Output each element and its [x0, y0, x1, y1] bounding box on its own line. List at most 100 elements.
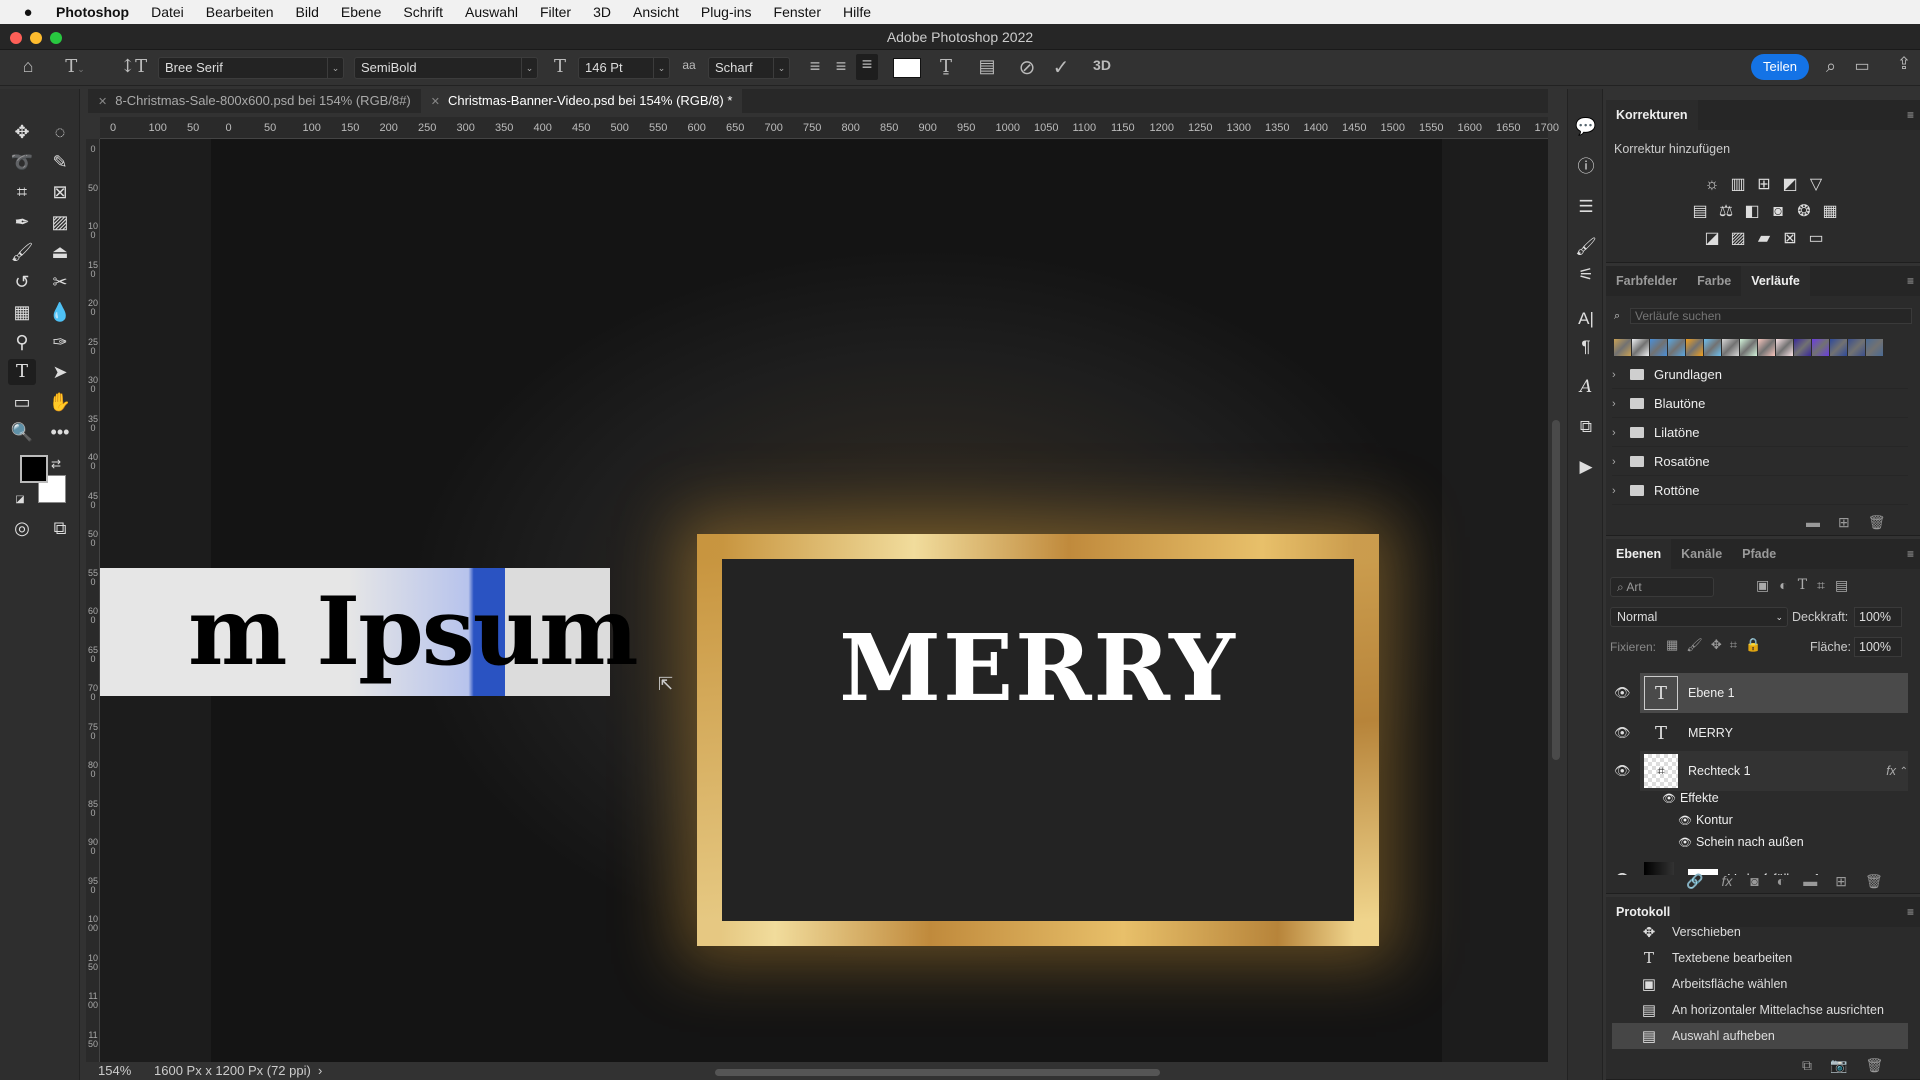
menu-bild[interactable]: Bild	[296, 4, 319, 20]
cancel-icon[interactable]: ⊘	[1016, 55, 1038, 80]
type-tool-preset-icon[interactable]: T⌄	[60, 56, 90, 77]
merry-text-layer[interactable]: MERRY	[722, 614, 1354, 722]
eraser-tool-icon[interactable]: ✂	[46, 269, 74, 295]
color-balance-icon[interactable]: ⚖	[1716, 202, 1736, 222]
photo-filter-icon[interactable]: ◙	[1768, 202, 1788, 222]
layer-row[interactable]: 👁 ⌗ Rechteck 1 fx ⌃	[1614, 751, 1908, 791]
character-panel-icon[interactable]: ▤	[976, 56, 998, 77]
layer-style-fx-icon[interactable]: fx	[1721, 873, 1732, 890]
zoom-window-button[interactable]	[50, 32, 62, 44]
panel-menu-icon[interactable]: ≡	[1907, 108, 1914, 122]
font-style-select[interactable]: SemiBold ⌄	[354, 57, 538, 79]
brightness-contrast-icon[interactable]: ☼	[1702, 175, 1722, 195]
gold-frame-rectangle[interactable]: MERRY	[697, 534, 1379, 946]
quick-selection-icon[interactable]: ✎	[46, 149, 74, 175]
hand-tool-icon[interactable]: ✋	[46, 389, 74, 415]
gradient-group[interactable]: › Grundlagen	[1612, 361, 1908, 389]
path-selection-icon[interactable]: ➤	[46, 359, 74, 385]
new-layer-icon[interactable]: ⊞	[1835, 873, 1847, 890]
delete-layer-icon[interactable]: 🗑	[1865, 873, 1883, 890]
gradient-group[interactable]: › Blautöne	[1612, 390, 1908, 418]
visibility-eye-icon[interactable]: 👁	[1662, 793, 1676, 805]
gradient-swatch[interactable]	[1830, 339, 1847, 356]
visibility-eye-icon[interactable]: 👁	[1614, 725, 1631, 741]
history-item-selected[interactable]: ▤ Auswahl aufheben	[1612, 1023, 1908, 1049]
vertical-scrollbar[interactable]	[1552, 420, 1560, 760]
glyphs-icon[interactable]: A	[1572, 373, 1600, 401]
quick-mask-icon[interactable]: ◎	[8, 515, 36, 541]
character-icon[interactable]: A|	[1572, 305, 1600, 333]
layer-row[interactable]: 👁 T Ebene 1	[1614, 673, 1908, 713]
move-tool-icon[interactable]: ✥	[8, 119, 36, 145]
tab-pfade[interactable]: Pfade	[1732, 539, 1786, 569]
menu-fenster[interactable]: Fenster	[774, 4, 821, 20]
snapshot-camera-icon[interactable]: 📷	[1830, 1057, 1847, 1074]
layer-filter-select[interactable]: ⌕ Art	[1610, 577, 1714, 597]
new-document-from-state-icon[interactable]: ⧉	[1802, 1057, 1812, 1074]
effect-row[interactable]: 👁 Schein nach außen	[1678, 835, 1804, 849]
apple-icon[interactable]: ●	[0, 4, 56, 21]
gradient-group[interactable]: › Rosatöne	[1612, 448, 1908, 476]
panel-menu-icon[interactable]: ≡	[1907, 274, 1914, 288]
gradient-tool-icon[interactable]: ▦	[8, 299, 36, 325]
gradient-swatch[interactable]	[1650, 339, 1667, 356]
gradient-swatch[interactable]	[1740, 339, 1757, 356]
menu-auswahl[interactable]: Auswahl	[465, 4, 518, 20]
dodge-tool-icon[interactable]: ⚲	[8, 329, 36, 355]
threshold-icon[interactable]: ▰	[1754, 229, 1774, 249]
gradient-swatch[interactable]	[1776, 339, 1793, 356]
share-button[interactable]: Teilen	[1751, 54, 1809, 80]
paragraph-icon[interactable]: ¶	[1572, 333, 1600, 361]
posterize-icon[interactable]: ▨	[1728, 229, 1748, 249]
new-group-icon[interactable]: ▬	[1806, 514, 1820, 531]
gradient-swatch[interactable]	[1614, 339, 1631, 356]
effects-row[interactable]: 👁 Effekte	[1662, 791, 1719, 805]
info-icon[interactable]: ⓘ	[1572, 153, 1600, 181]
menu-app-name[interactable]: Photoshop	[56, 4, 129, 20]
align-left-icon[interactable]: ≡	[806, 56, 824, 77]
panel-menu-icon[interactable]: ≡	[1907, 547, 1914, 561]
align-center-icon[interactable]: ≡	[832, 56, 850, 77]
menu-ebene[interactable]: Ebene	[341, 4, 381, 20]
fx-badge[interactable]: fx	[1886, 764, 1896, 778]
eyedropper-icon[interactable]: ✒	[8, 209, 36, 235]
tab-kanaele[interactable]: Kanäle	[1671, 539, 1732, 569]
lock-transparency-icon[interactable]: ▦	[1666, 637, 1678, 653]
selective-color-icon[interactable]: ⊠	[1780, 229, 1800, 249]
history-brush-icon[interactable]: ↺	[8, 269, 36, 295]
filter-pixel-icon[interactable]: ▣	[1756, 577, 1769, 594]
panel-menu-icon[interactable]: ≡	[1907, 905, 1914, 919]
horizontal-scrollbar[interactable]	[715, 1069, 1160, 1076]
history-item[interactable]: ✥ Verschieben	[1612, 927, 1908, 945]
menu-hilfe[interactable]: Hilfe	[843, 4, 871, 20]
pen-tool-icon[interactable]: ✑	[46, 329, 74, 355]
close-window-button[interactable]	[10, 32, 22, 44]
frame-tool-icon[interactable]: ⊠	[46, 179, 74, 205]
history-item[interactable]: ▣ Arbeitsfläche wählen	[1612, 971, 1908, 997]
gradient-swatch[interactable]	[1668, 339, 1685, 356]
font-size-select[interactable]: 146 Pt ⌄	[578, 57, 670, 79]
visibility-eye-icon[interactable]: 👁	[1614, 871, 1631, 875]
canvas-area[interactable]: MERRY m Ipsum ⇱	[100, 139, 1548, 1069]
menu-ansicht[interactable]: Ansicht	[633, 4, 679, 20]
swap-colors-icon[interactable]: ⇄	[48, 451, 64, 477]
lock-pixels-icon[interactable]: 🖌	[1686, 637, 1703, 653]
vibrance-icon[interactable]: ▽	[1806, 175, 1826, 195]
visibility-eye-icon[interactable]: 👁	[1678, 815, 1692, 827]
new-gradient-icon[interactable]: ⊞	[1838, 514, 1850, 531]
align-right-icon[interactable]: ≡	[856, 54, 878, 80]
tab-farbfelder[interactable]: Farbfelder	[1606, 266, 1687, 296]
tab-farbe[interactable]: Farbe	[1687, 266, 1741, 296]
visibility-eye-icon[interactable]: 👁	[1614, 685, 1631, 701]
zoom-level[interactable]: 154%	[98, 1063, 131, 1078]
link-layers-icon[interactable]: 🔗	[1686, 873, 1703, 890]
font-family-select[interactable]: Bree Serif ⌄	[158, 57, 344, 79]
chevron-up-icon[interactable]: ⌃	[1900, 766, 1908, 777]
invert-icon[interactable]: ◪	[1702, 229, 1722, 249]
status-menu-arrow[interactable]: ›	[318, 1063, 322, 1078]
share-export-icon[interactable]: ⇪	[1892, 54, 1916, 74]
delete-state-icon[interactable]: 🗑	[1865, 1057, 1883, 1074]
foreground-color-swatch[interactable]	[20, 455, 48, 483]
tab-korrekturen[interactable]: Korrekturen	[1606, 100, 1698, 130]
menu-3d[interactable]: 3D	[593, 4, 611, 20]
